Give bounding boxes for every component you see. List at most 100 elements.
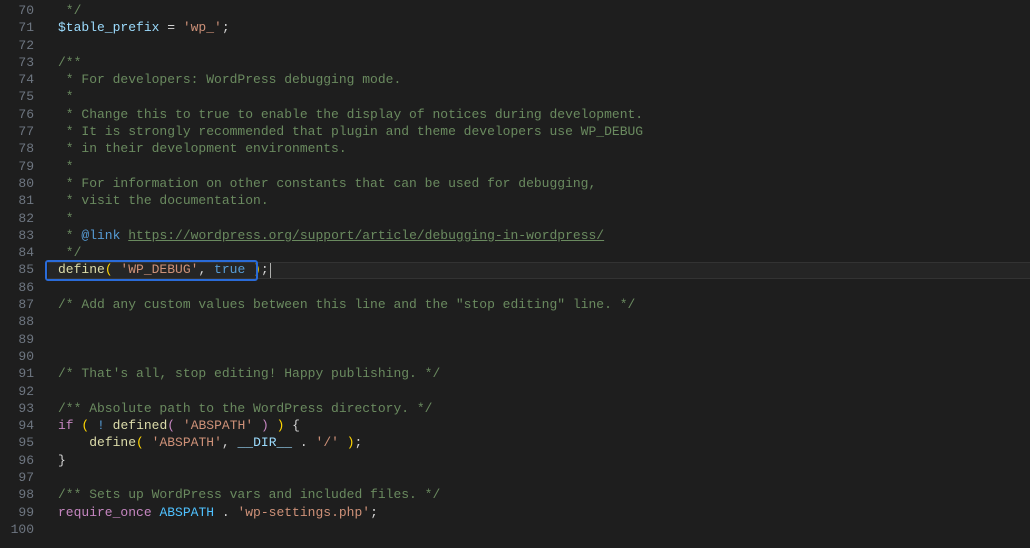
token-pun [89, 418, 97, 433]
line-number: 96 [0, 452, 34, 469]
code-line[interactable]: /** Sets up WordPress vars and included … [48, 486, 1030, 503]
code-line[interactable]: * visit the documentation. [48, 192, 1030, 209]
code-line[interactable]: /* Add any custom values between this li… [48, 296, 1030, 313]
token-cmt: * [58, 159, 74, 174]
line-number: 80 [0, 175, 34, 192]
token-cmt: */ [58, 3, 81, 18]
token-str: 'ABSPATH' [183, 418, 253, 433]
code-line[interactable]: * Change this to true to enable the disp… [48, 106, 1030, 123]
line-number: 78 [0, 140, 34, 157]
code-line[interactable] [48, 383, 1030, 400]
token-const: ABSPATH [159, 505, 214, 520]
token-pun: { [284, 418, 300, 433]
token-cmt: /** Sets up WordPress vars and included … [58, 487, 440, 502]
token-str: 'ABSPATH' [152, 435, 222, 450]
code-area[interactable]: */$table_prefix = 'wp_';/** * For develo… [48, 0, 1030, 548]
token-pun [339, 435, 347, 450]
token-pun: ; [355, 435, 363, 450]
token-pun [269, 418, 277, 433]
code-editor[interactable]: 7071727374757677787980818283848586878889… [0, 0, 1030, 548]
token-pun: ; [370, 505, 378, 520]
token-cmt: * For developers: WordPress debugging mo… [58, 72, 401, 87]
code-line[interactable]: } [48, 452, 1030, 469]
token-purp: require_once [58, 505, 152, 520]
line-number: 83 [0, 227, 34, 244]
line-number: 90 [0, 348, 34, 365]
line-number: 92 [0, 383, 34, 400]
code-line[interactable] [48, 331, 1030, 348]
code-line[interactable]: /** [48, 54, 1030, 71]
line-number: 77 [0, 123, 34, 140]
code-line[interactable] [48, 279, 1030, 296]
token-pun: ; [222, 20, 230, 35]
token-pun: ; [261, 262, 269, 277]
line-number: 91 [0, 365, 34, 382]
line-number: 94 [0, 417, 34, 434]
token-cmt: * For information on other constants tha… [58, 176, 596, 191]
code-line[interactable]: * [48, 210, 1030, 227]
line-number: 99 [0, 504, 34, 521]
code-line[interactable]: */ [48, 244, 1030, 261]
token-str: '/' [316, 435, 339, 450]
code-line[interactable]: if ( ! defined( 'ABSPATH' ) ) { [48, 417, 1030, 434]
code-line[interactable]: /* That's all, stop editing! Happy publi… [48, 365, 1030, 382]
code-line[interactable] [48, 348, 1030, 365]
token-cmt: * in their development environments. [58, 141, 347, 156]
line-number: 100 [0, 521, 34, 538]
line-number: 88 [0, 313, 34, 330]
token-tag: @link [81, 228, 120, 243]
token-str: 'WP_DEBUG' [120, 262, 198, 277]
token-lnk: https://wordpress.org/support/article/de… [128, 228, 604, 243]
code-line[interactable] [48, 521, 1030, 538]
token-kw: ! [97, 418, 105, 433]
code-line[interactable]: define( 'ABSPATH', __DIR__ . '/' ); [48, 434, 1030, 451]
line-number: 73 [0, 54, 34, 71]
token-gold: ( [136, 435, 144, 450]
token-pun [58, 435, 89, 450]
text-cursor [270, 263, 272, 278]
token-cmt: * [58, 228, 81, 243]
token-cmt: /* Add any custom values between this li… [58, 297, 635, 312]
code-line[interactable]: * in their development environments. [48, 140, 1030, 157]
token-cmt: /* That's all, stop editing! Happy publi… [58, 366, 440, 381]
token-cmt: * Change this to true to enable the disp… [58, 107, 643, 122]
line-number: 97 [0, 469, 34, 486]
code-line[interactable] [48, 313, 1030, 330]
token-cmt: * visit the documentation. [58, 193, 269, 208]
code-line[interactable]: * It is strongly recommended that plugin… [48, 123, 1030, 140]
token-mag: __DIR__ [237, 435, 292, 450]
token-pun [292, 435, 300, 450]
code-line[interactable]: * For information on other constants tha… [48, 175, 1030, 192]
token-pun: } [58, 453, 66, 468]
token-pun: . [300, 435, 316, 450]
token-pun: . [214, 505, 237, 520]
token-gold: ) [245, 262, 261, 277]
code-line[interactable]: * For developers: WordPress debugging mo… [48, 71, 1030, 88]
code-line[interactable]: * [48, 158, 1030, 175]
line-number: 76 [0, 106, 34, 123]
token-fn: define [58, 262, 105, 277]
code-line[interactable]: $table_prefix = 'wp_'; [48, 19, 1030, 36]
code-line[interactable]: * [48, 88, 1030, 105]
code-line[interactable] [48, 37, 1030, 54]
line-number: 84 [0, 244, 34, 261]
code-line[interactable]: * @link https://wordpress.org/support/ar… [48, 227, 1030, 244]
code-line[interactable]: /** Absolute path to the WordPress direc… [48, 400, 1030, 417]
token-cmt: */ [58, 245, 81, 260]
token-cmt: * [58, 211, 74, 226]
line-number: 74 [0, 71, 34, 88]
line-number: 81 [0, 192, 34, 209]
token-pun: = [159, 20, 182, 35]
token-pun [253, 418, 261, 433]
line-number: 71 [0, 19, 34, 36]
code-line[interactable]: require_once ABSPATH . 'wp-settings.php'… [48, 504, 1030, 521]
token-gold: ( [105, 262, 121, 277]
token-cmt: /** Absolute path to the WordPress direc… [58, 401, 432, 416]
token-cmt: /** [58, 55, 81, 70]
line-number: 93 [0, 400, 34, 417]
token-pun: , [222, 435, 238, 450]
line-number: 72 [0, 37, 34, 54]
token-pun [144, 435, 152, 450]
code-line[interactable]: */ [48, 2, 1030, 19]
code-line[interactable] [48, 469, 1030, 486]
